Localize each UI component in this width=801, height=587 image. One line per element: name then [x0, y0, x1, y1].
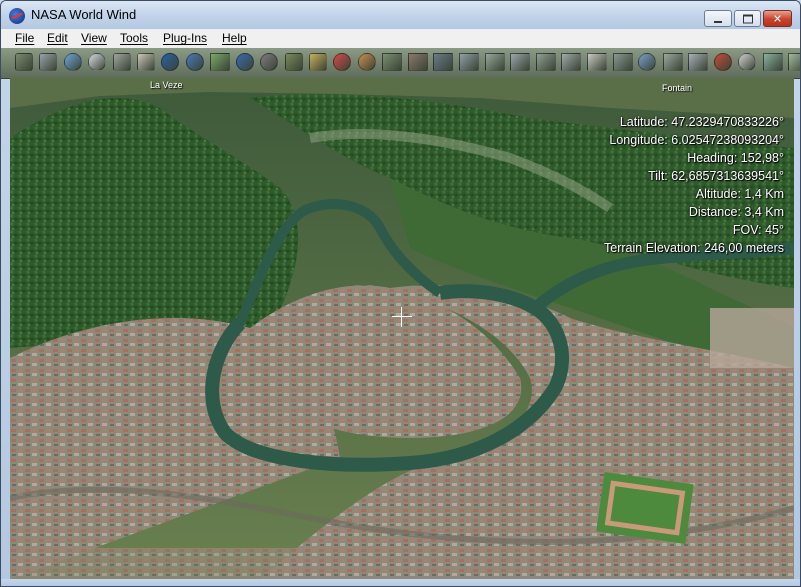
menu-help[interactable]: Help — [222, 31, 247, 45]
screenshot-icon[interactable] — [112, 53, 131, 71]
distance-readout: Distance: 3,4 Km — [688, 205, 784, 219]
tile-layer-4-icon[interactable] — [535, 53, 556, 71]
maximize-button[interactable] — [734, 10, 761, 27]
boundaries-icon[interactable] — [762, 53, 783, 71]
fov-readout: FOV: 45° — [732, 223, 784, 237]
heading-readout: Heading: 152,98° — [687, 151, 784, 165]
terrain-icon[interactable] — [284, 53, 303, 71]
menu-plug-ins[interactable]: Plug-Ins — [163, 31, 207, 45]
grid-lines-icon[interactable] — [39, 53, 58, 71]
search-globe-icon[interactable] — [638, 53, 657, 71]
minimize-button[interactable] — [704, 10, 732, 27]
place-names-icon[interactable] — [738, 53, 757, 71]
application-window: NASA World Wind ✕ File Edit View Tools P… — [0, 0, 801, 587]
menu-bar: File Edit View Tools Plug-Ins Help — [1, 29, 800, 48]
ortho-icon[interactable] — [433, 53, 454, 71]
place-name-label: La Veze — [150, 80, 183, 90]
altitude-readout: Altitude: 1,4 Km — [695, 187, 784, 201]
terrain-elevation-readout: Terrain Elevation: 246,00 meters — [604, 241, 784, 255]
globe-icon[interactable] — [63, 53, 82, 71]
earth-icon[interactable] — [235, 53, 254, 71]
rapid-fire-modis-icon[interactable] — [333, 53, 352, 71]
crosshair-icon — [392, 307, 412, 327]
place-name-label: Fontain — [662, 83, 693, 93]
menu-tools[interactable]: Tools — [120, 31, 148, 45]
globe-viewport[interactable]: La Veze Fontain Latitude: 47.23294708332… — [10, 78, 794, 579]
waypoints-icon[interactable] — [788, 53, 800, 71]
scale-bar-icon[interactable] — [587, 53, 607, 71]
nasa-logo-icon — [9, 8, 25, 24]
menu-file[interactable]: File — [15, 31, 34, 45]
terrain-view — [10, 78, 794, 579]
tilt-readout: Tilt: 62,6857313639541° — [648, 169, 784, 183]
menu-edit[interactable]: Edit — [47, 31, 68, 45]
window-frame-bottom — [1, 579, 800, 586]
compass-icon[interactable] — [88, 53, 107, 71]
window-title: NASA World Wind — [31, 7, 137, 22]
longitude-readout: Longitude: 6.02547238093204° — [609, 133, 784, 147]
close-icon: ✕ — [772, 12, 783, 25]
moon-icon[interactable] — [260, 53, 279, 71]
tile-layer-5-icon[interactable] — [561, 53, 582, 71]
menu-view[interactable]: View — [81, 31, 107, 45]
map-icon[interactable] — [309, 53, 327, 71]
tile-layer-3-icon[interactable] — [510, 53, 531, 71]
satellite-layer-icon[interactable] — [15, 53, 33, 71]
tile-layer-icon[interactable] — [459, 53, 479, 71]
usgs-topo-icon[interactable] — [382, 53, 403, 71]
find-icon[interactable] — [137, 53, 155, 71]
gibs-icon[interactable] — [357, 53, 376, 71]
maximize-icon — [742, 14, 753, 23]
tile-layer-6-icon[interactable] — [612, 53, 633, 71]
toolbar — [1, 48, 800, 79]
latitude-readout: Latitude: 47.2329470833226° — [619, 115, 784, 129]
close-button[interactable]: ✕ — [763, 10, 792, 27]
atmosphere-icon[interactable] — [161, 53, 180, 71]
minimize-icon — [714, 20, 722, 23]
flag-icon[interactable] — [713, 53, 732, 71]
title-bar[interactable]: NASA World Wind ✕ — [1, 1, 800, 29]
urban-area-icon[interactable] — [407, 53, 428, 71]
tile-layer-2-icon[interactable] — [484, 53, 505, 71]
blue-marble-icon[interactable] — [185, 53, 204, 71]
layer-manager-icon[interactable] — [688, 53, 709, 71]
measure-icon[interactable] — [662, 53, 683, 71]
landsat-icon[interactable] — [210, 53, 231, 71]
